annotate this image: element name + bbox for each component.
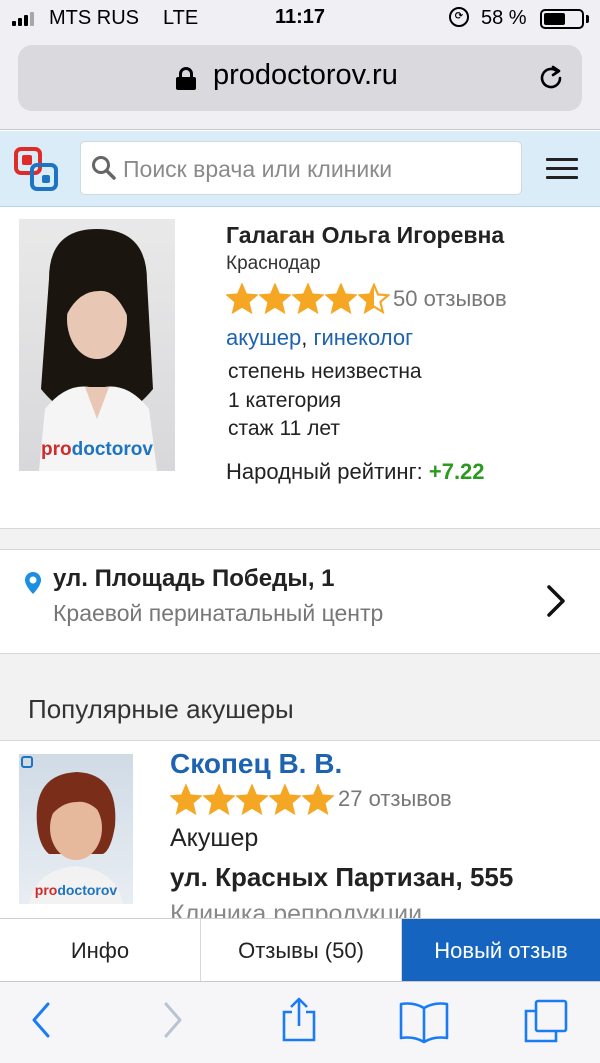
clinic-address-row[interactable]: ул. Площадь Победы, 1 Краевой перинаталь… (0, 551, 600, 653)
doctor-portrait-image (39, 229, 157, 471)
popular-doctor-clinic: Клиника репродукции (170, 900, 423, 918)
hamburger-menu-icon[interactable] (546, 158, 578, 180)
popular-doctor-photo[interactable]: prodoctorov (19, 754, 133, 904)
star-icon (325, 283, 357, 315)
doctor-rating-stars (226, 283, 390, 315)
share-icon[interactable] (279, 996, 319, 1044)
popular-doctor-card[interactable]: prodoctorov Скопец В. В. 27 отзывов Акуш… (0, 742, 600, 918)
people-rating-label: Народный рейтинг: (226, 459, 423, 484)
popular-section-header: Популярные акушеры (0, 653, 600, 741)
doctor-specialties: акушер, гинеколог (226, 325, 413, 351)
popular-doctor-rating-stars (170, 784, 334, 816)
tab-reviews[interactable]: Отзывы (50) (201, 919, 402, 982)
forward-icon[interactable] (160, 1000, 186, 1040)
star-icon (259, 283, 291, 315)
star-icon (292, 283, 324, 315)
orientation-lock-icon: ⟳ (449, 7, 469, 27)
address-street: ул. Площадь Победы, 1 (53, 565, 335, 592)
site-header (0, 131, 600, 207)
doctor-tabs: Инфо Отзывы (50) Новый отзыв (0, 918, 600, 982)
browser-toolbar (0, 981, 600, 1063)
bookmarks-icon[interactable] (398, 1000, 450, 1044)
doctor-card: prodoctorov Галаган Ольга Игоревна Красн… (0, 208, 600, 528)
new-review-button[interactable]: Новый отзыв (402, 919, 600, 982)
specialty-link-obstetrician[interactable]: акушер (226, 325, 301, 350)
doctor-category: 1 категория (228, 389, 342, 412)
star-icon (203, 784, 235, 816)
doctor-experience: стаж 11 лет (228, 417, 340, 440)
battery-tip (586, 15, 589, 23)
popular-section-title: Популярные акушеры (28, 694, 294, 724)
section-divider (0, 528, 600, 550)
popular-doctor-reviews-count[interactable]: 27 отзывов (338, 786, 452, 812)
specialty-separator: , (301, 325, 308, 350)
search-box[interactable] (80, 141, 522, 195)
popular-doctor-name[interactable]: Скопец В. В. (170, 748, 342, 780)
tabs-icon[interactable] (522, 998, 570, 1044)
doctor-reviews-count[interactable]: 50 отзывов (393, 286, 507, 312)
people-rating-value: +7.22 (428, 459, 485, 484)
chevron-right-icon (547, 585, 565, 617)
search-icon (92, 156, 116, 180)
star-icon (170, 784, 202, 816)
star-icon (358, 283, 390, 315)
status-bar: MTS RUS LTE 11:17 ⟳ 58 % (0, 0, 600, 38)
search-input[interactable] (123, 150, 513, 188)
popular-doctor-address: ул. Красных Партизан, 555 (170, 862, 514, 892)
battery-percent: 58 % (481, 7, 527, 29)
back-icon[interactable] (28, 1000, 54, 1040)
photo-badge-icon (21, 756, 33, 768)
url-text[interactable]: prodoctorov.ru (213, 59, 398, 92)
popular-photo-watermark: prodoctorov (34, 882, 118, 898)
doctor-name[interactable]: Галаган Ольга Игоревна (226, 222, 504, 249)
browser-chrome: prodoctorov.ru (0, 38, 600, 130)
tab-info[interactable]: Инфо (0, 919, 201, 982)
prodoctorov-logo[interactable] (14, 147, 60, 193)
doctor-city: Краснодар (226, 253, 321, 274)
star-icon (269, 784, 301, 816)
specialty-link-gynecologist[interactable]: гинеколог (313, 325, 413, 350)
people-rating: Народный рейтинг: +7.22 (226, 459, 485, 485)
star-icon (236, 784, 268, 816)
star-icon (226, 283, 258, 315)
doctor-photo[interactable]: prodoctorov (19, 219, 175, 471)
star-icon (302, 784, 334, 816)
battery-icon (540, 9, 584, 29)
reload-icon[interactable] (536, 63, 566, 93)
address-bar[interactable]: prodoctorov.ru (18, 45, 582, 111)
photo-watermark: prodoctorov (41, 439, 153, 460)
popular-doctor-specialty: Акушер (170, 824, 259, 852)
address-clinic: Краевой перинатальный центр (53, 600, 384, 626)
lock-icon (176, 67, 196, 90)
map-pin-icon (25, 572, 41, 594)
doctor-degree: степень неизвестна (228, 360, 422, 383)
